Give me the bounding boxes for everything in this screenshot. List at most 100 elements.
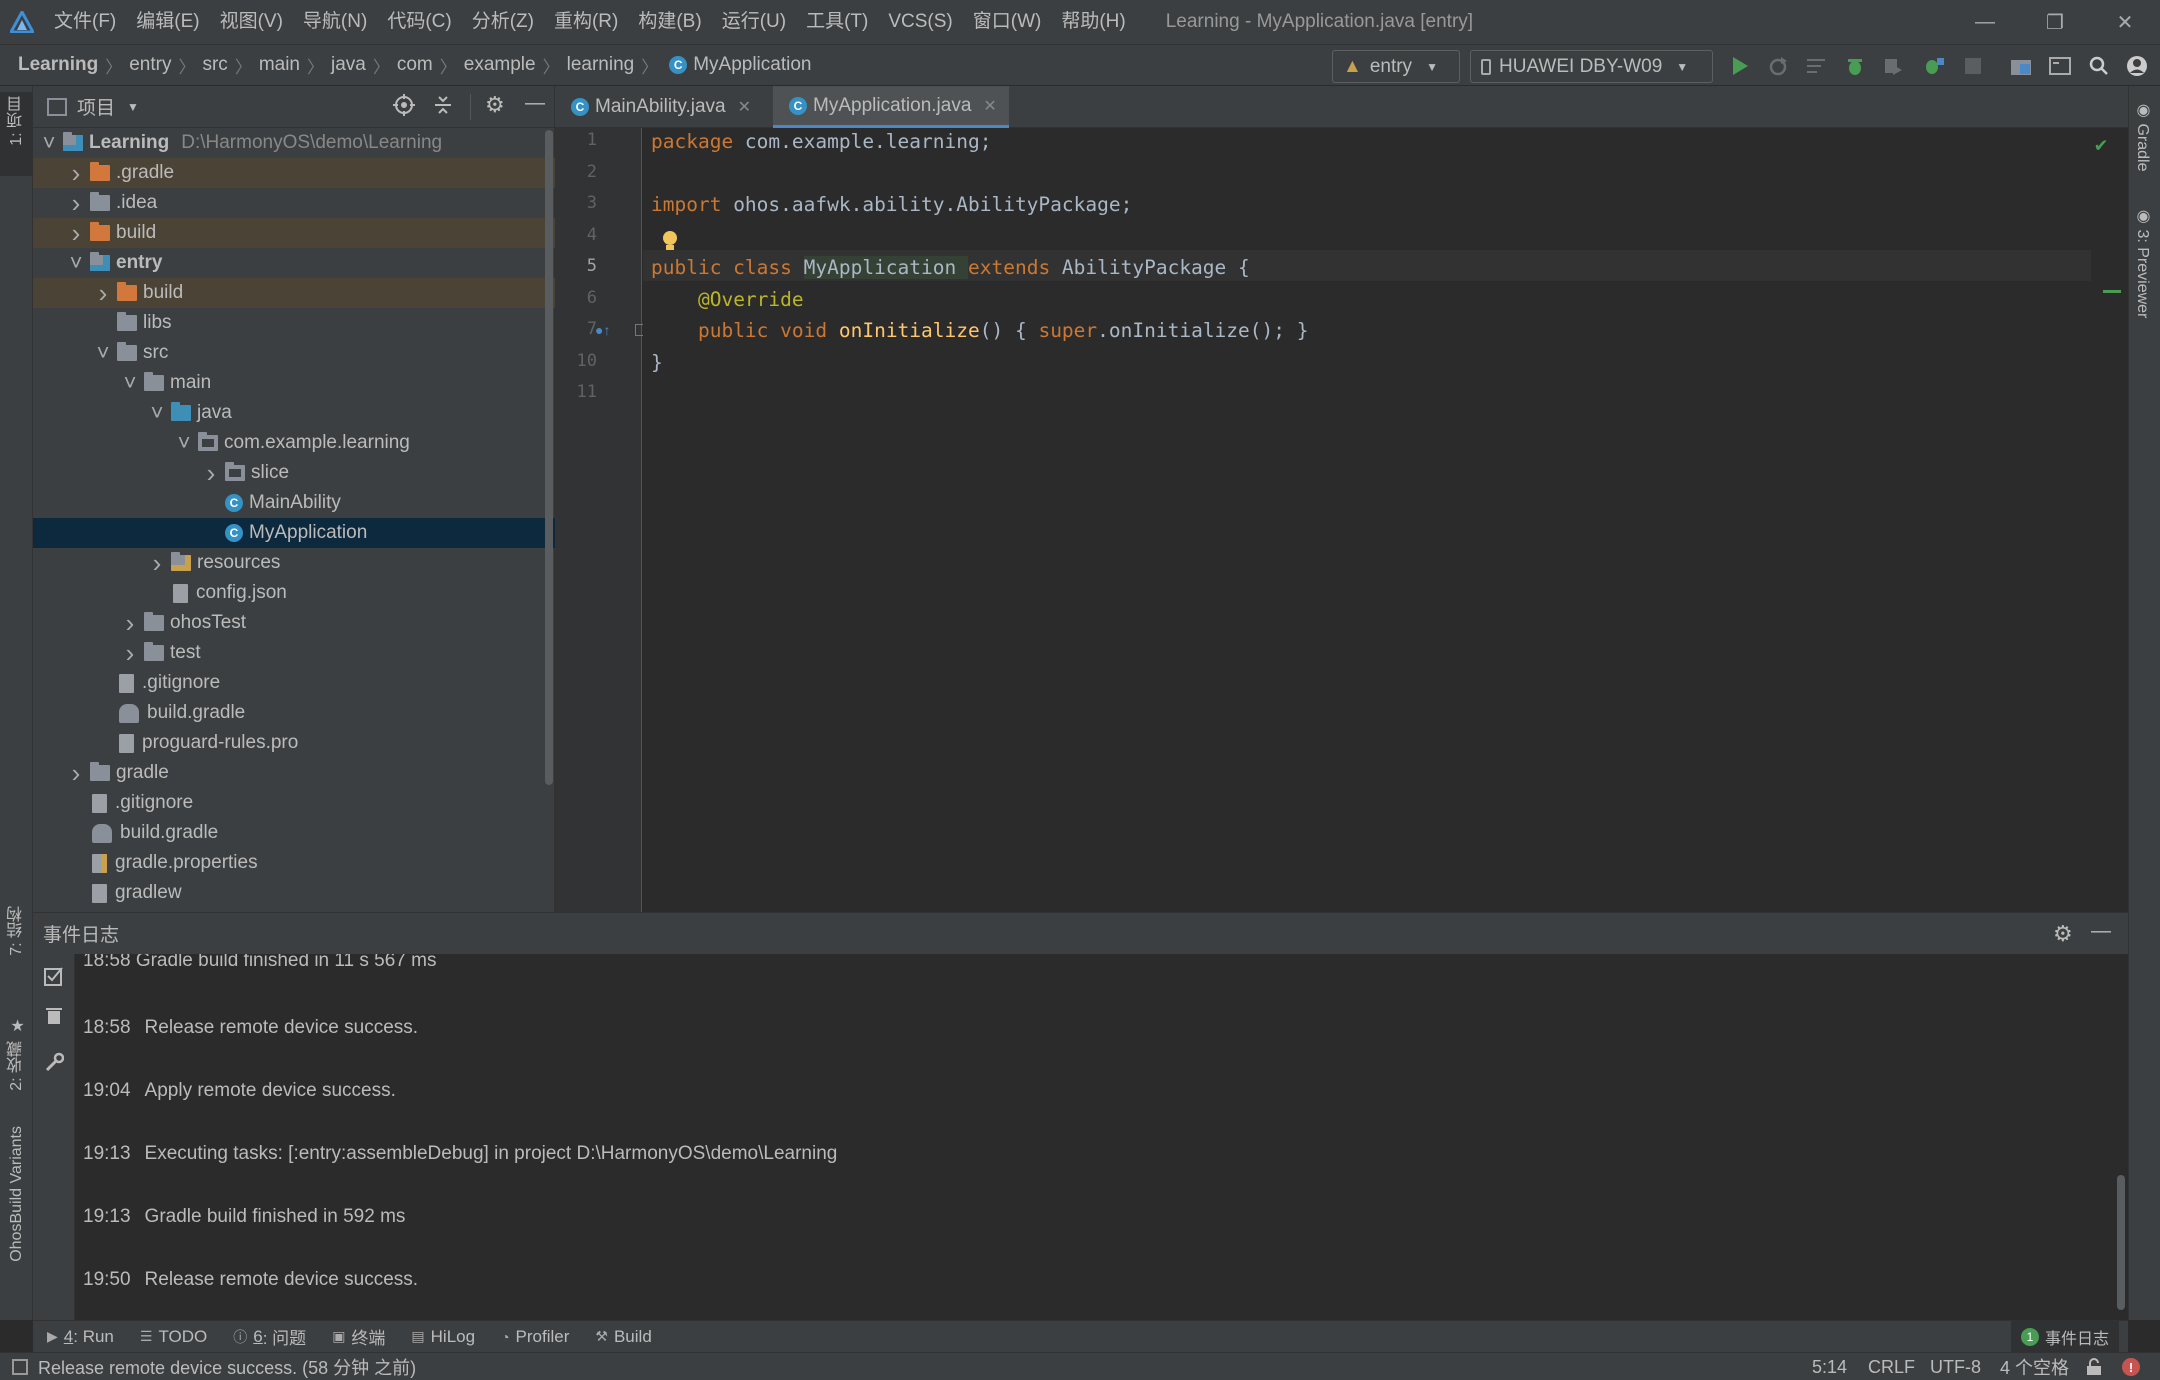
tree-row[interactable]: › test bbox=[33, 638, 555, 668]
module-selector[interactable]: ▲ entry ▼ bbox=[1332, 50, 1460, 83]
coverage-icon[interactable] bbox=[1880, 53, 1906, 79]
apply-changes-icon[interactable] bbox=[1803, 53, 1829, 79]
chevron-down-icon[interactable]: ˅ bbox=[66, 248, 86, 278]
project-tool-tab[interactable]: 1: 项目 bbox=[2, 96, 32, 146]
gear-icon[interactable]: ⚙ bbox=[485, 92, 505, 118]
menu-item[interactable]: 构建(B) bbox=[628, 0, 711, 44]
account-icon[interactable] bbox=[2124, 53, 2150, 79]
menu-item[interactable]: 代码(C) bbox=[377, 0, 461, 44]
chevron-right-icon[interactable]: › bbox=[93, 278, 113, 308]
chevron-down-icon[interactable]: ˅ bbox=[120, 368, 140, 398]
device-manager-icon[interactable] bbox=[2047, 53, 2073, 79]
intention-bulb-icon[interactable] bbox=[661, 230, 679, 257]
structure-tool-tab[interactable]: 7: 结构 bbox=[2, 906, 32, 956]
file-encoding[interactable]: UTF-8 bbox=[1930, 1353, 1981, 1380]
breadcrumb-item[interactable]: entry bbox=[129, 54, 171, 76]
menu-item[interactable]: 视图(V) bbox=[210, 0, 293, 44]
tree-row[interactable]: config.json bbox=[33, 578, 555, 608]
tree-row[interactable]: › build bbox=[33, 218, 555, 248]
menu-item[interactable]: 窗口(W) bbox=[963, 0, 1052, 44]
tree-row[interactable]: › ohosTest bbox=[33, 608, 555, 638]
tree-row[interactable]: proguard-rules.pro bbox=[33, 728, 555, 758]
tree-row[interactable]: ˅ src bbox=[33, 338, 555, 368]
chevron-down-icon[interactable]: ˅ bbox=[39, 128, 59, 158]
chevron-right-icon[interactable]: › bbox=[66, 758, 86, 788]
chevron-right-icon[interactable]: › bbox=[66, 188, 86, 218]
bottom-tool-build[interactable]: ⚒ Build bbox=[595, 1327, 651, 1347]
bottom-tool-hilog[interactable]: ▤ HiLog bbox=[411, 1327, 475, 1347]
close-tab-icon[interactable]: ✕ bbox=[738, 97, 751, 117]
status-toggle-icon[interactable] bbox=[12, 1358, 28, 1375]
tree-row[interactable]: › build bbox=[33, 278, 555, 308]
tree-row[interactable]: C MainAbility bbox=[33, 488, 555, 518]
tree-row[interactable]: › .gradle bbox=[33, 158, 555, 188]
tree-row[interactable]: ˅ Learning D:\HarmonyOS\demo\Learning bbox=[33, 128, 555, 158]
chevron-down-icon[interactable]: ▼ bbox=[127, 100, 139, 114]
project-panel-title[interactable]: 项目 bbox=[77, 93, 115, 120]
menu-item[interactable]: 文件(F) bbox=[44, 0, 126, 44]
chevron-down-icon[interactable]: ˅ bbox=[93, 338, 113, 368]
tree-row[interactable]: › slice bbox=[33, 458, 555, 488]
locate-file-icon[interactable] bbox=[393, 94, 415, 122]
tree-row[interactable]: gradle.properties bbox=[33, 848, 555, 878]
breadcrumb-item[interactable]: MyApplication bbox=[693, 54, 811, 76]
error-indicator-icon[interactable]: ! bbox=[2122, 1353, 2140, 1380]
tree-row[interactable]: › resources bbox=[33, 548, 555, 578]
tree-row[interactable]: .gitignore bbox=[33, 788, 555, 818]
tree-row[interactable]: › .idea bbox=[33, 188, 555, 218]
chevron-right-icon[interactable]: › bbox=[201, 458, 221, 488]
mark-all-read-icon[interactable] bbox=[44, 966, 64, 992]
tree-scrollbar[interactable] bbox=[545, 130, 553, 785]
chevron-down-icon[interactable]: ˅ bbox=[147, 398, 167, 428]
editor-tab[interactable]: C MainAbility.java ✕ bbox=[555, 86, 763, 128]
gear-icon[interactable]: ⚙ bbox=[2053, 921, 2073, 947]
attach-debugger-icon[interactable] bbox=[1921, 53, 1947, 79]
bottom-tool-problems[interactable]: ⓘ 6: 问题 bbox=[233, 1324, 306, 1349]
favorites-tool-tab[interactable]: 2: 收藏 ★ bbox=[2, 1016, 32, 1091]
bottom-tool-run[interactable]: ▶ 4: Run bbox=[47, 1327, 114, 1347]
tree-row[interactable]: › gradle bbox=[33, 758, 555, 788]
search-icon[interactable] bbox=[2086, 53, 2112, 79]
chevron-right-icon[interactable]: › bbox=[66, 158, 86, 188]
device-selector[interactable]: HUAWEI DBY-W09 ▼ bbox=[1470, 50, 1713, 83]
override-marker-icon[interactable]: ●↑ bbox=[595, 322, 610, 338]
tree-row[interactable]: ˅ java bbox=[33, 398, 555, 428]
project-structure-icon[interactable] bbox=[2008, 53, 2034, 79]
lock-icon[interactable] bbox=[2086, 1353, 2102, 1380]
hide-panel-icon[interactable]: — bbox=[525, 92, 545, 115]
log-scrollbar[interactable] bbox=[2117, 1175, 2125, 1310]
status-message[interactable]: Release remote device success. (58 分钟 之前… bbox=[38, 1354, 416, 1380]
tree-row[interactable]: build.gradle bbox=[33, 818, 555, 848]
breadcrumb-item[interactable]: Learning bbox=[18, 54, 98, 76]
line-separator[interactable]: CRLF bbox=[1868, 1353, 1915, 1380]
stop-icon[interactable] bbox=[1960, 53, 1986, 79]
bottom-tool-terminal[interactable]: ▣ 终端 bbox=[332, 1324, 385, 1349]
tree-row[interactable]: gradlew bbox=[33, 878, 555, 908]
close-window-icon[interactable]: ✕ bbox=[2090, 0, 2160, 44]
menu-item[interactable]: 运行(U) bbox=[712, 0, 796, 44]
trash-icon[interactable] bbox=[45, 1005, 63, 1031]
code-editor[interactable]: ✔ package com.example.learning; import oh… bbox=[643, 128, 2128, 912]
menu-item[interactable]: 分析(Z) bbox=[462, 0, 544, 44]
run-icon[interactable] bbox=[1727, 53, 1753, 79]
collapse-all-icon[interactable] bbox=[433, 95, 453, 121]
tree-row[interactable]: build.gradle bbox=[33, 698, 555, 728]
breadcrumb-item[interactable]: com bbox=[397, 54, 433, 76]
breadcrumb-item[interactable]: src bbox=[202, 54, 227, 76]
breadcrumb-item[interactable]: java bbox=[331, 54, 366, 76]
tree-row[interactable]: .gitignore bbox=[33, 668, 555, 698]
minimize-window-icon[interactable]: — bbox=[1950, 0, 2020, 44]
menu-item[interactable]: 重构(R) bbox=[544, 0, 628, 44]
debug-icon[interactable] bbox=[1842, 53, 1868, 79]
wrench-icon[interactable] bbox=[44, 1052, 65, 1078]
menu-item[interactable]: 导航(N) bbox=[293, 0, 377, 44]
breadcrumb-item[interactable]: learning bbox=[567, 54, 635, 76]
chevron-right-icon[interactable]: › bbox=[66, 218, 86, 248]
tree-row[interactable]: ˅ main bbox=[33, 368, 555, 398]
gradle-tool-tab[interactable]: ◉ Gradle bbox=[2133, 100, 2152, 171]
caret-position[interactable]: 5:14 bbox=[1812, 1353, 1847, 1380]
tree-row[interactable]: ˅ entry bbox=[33, 248, 555, 278]
tree-row[interactable]: ˅ com.example.learning bbox=[33, 428, 555, 458]
indent-setting[interactable]: 4 个空格 bbox=[2000, 1353, 2069, 1380]
chevron-right-icon[interactable]: › bbox=[120, 638, 140, 668]
